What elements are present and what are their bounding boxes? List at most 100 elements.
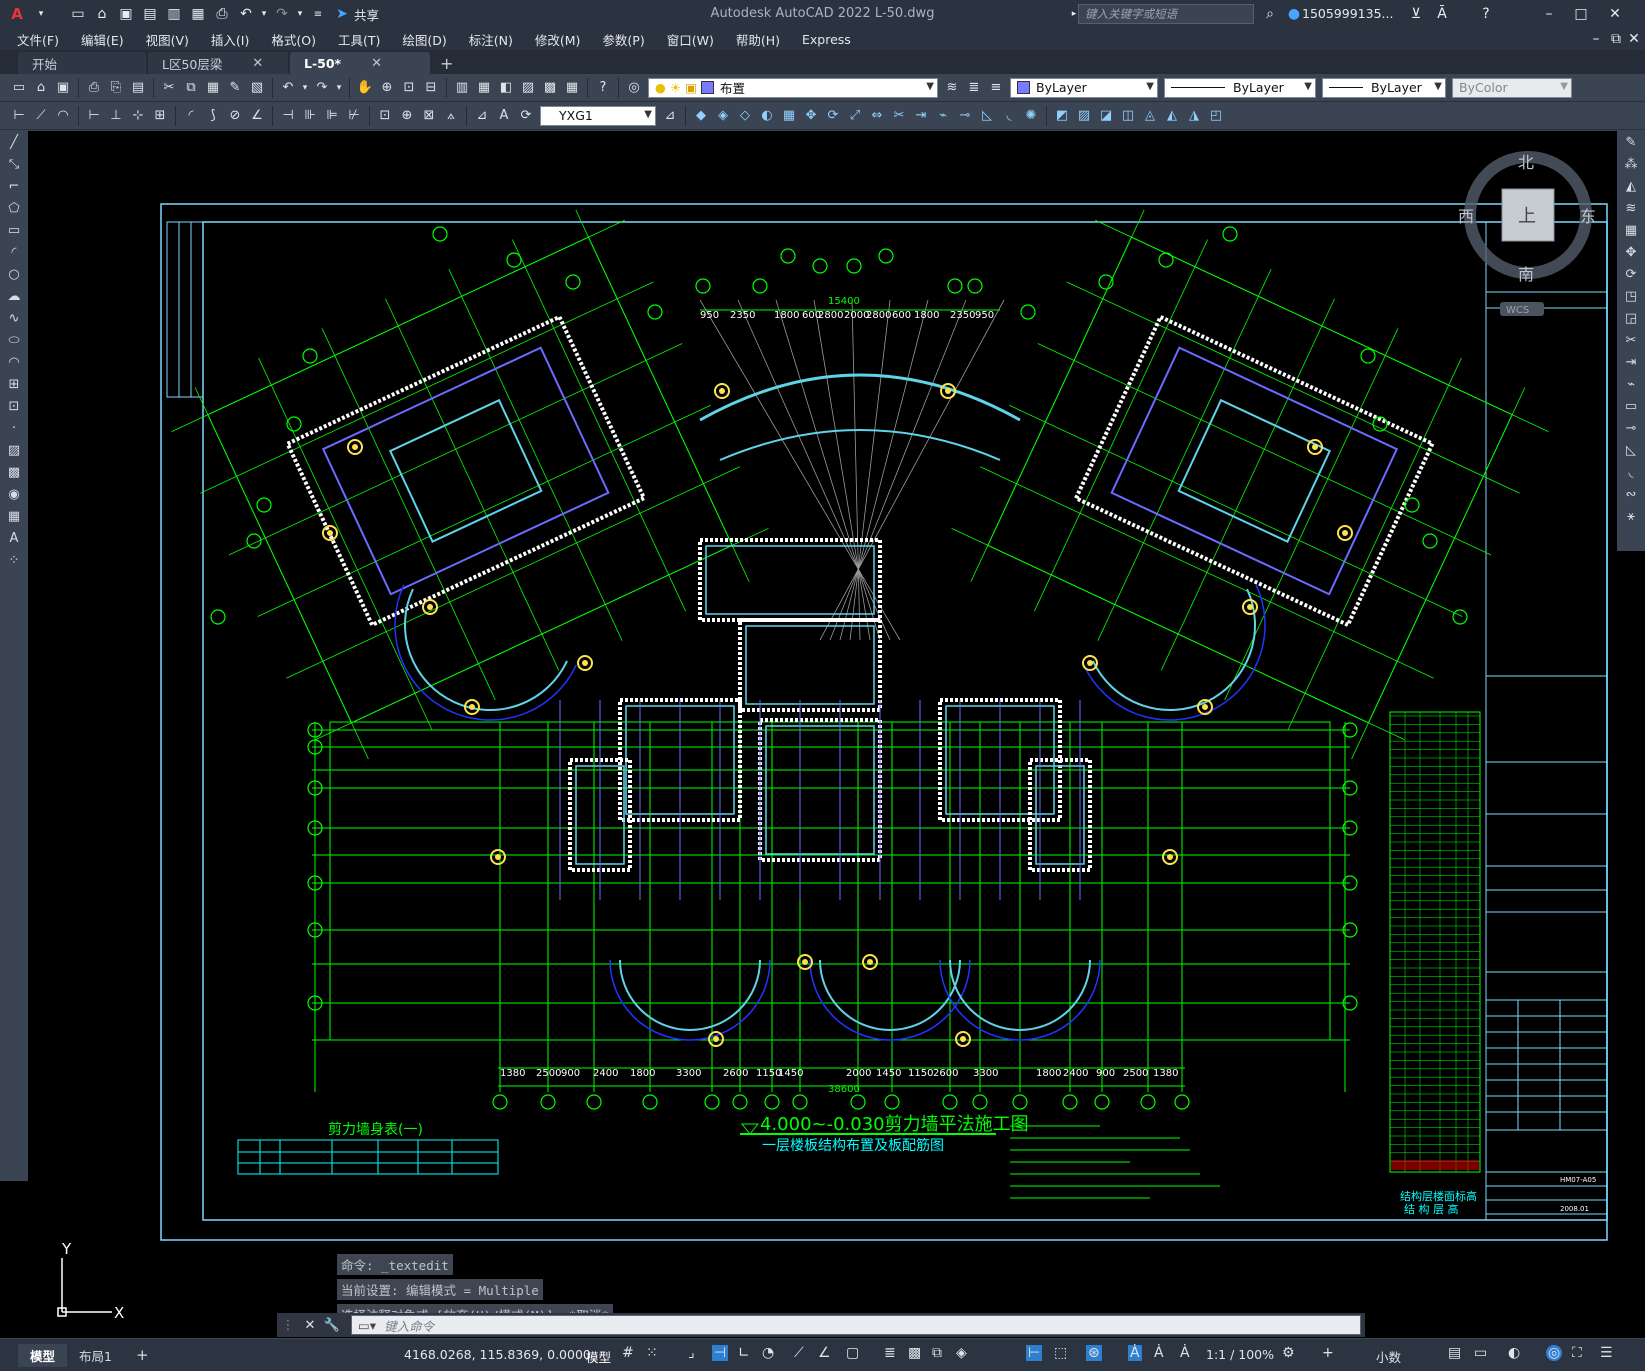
break-at-point-icon[interactable]: ⌁ — [1617, 373, 1645, 395]
3d-osnap-icon[interactable]: ◈ — [956, 1345, 967, 1361]
dynamic-input-icon[interactable]: ⊣ — [712, 1345, 729, 1361]
stretch-icon[interactable]: ◲ — [1617, 307, 1645, 329]
menu-window[interactable]: 窗口(W) — [656, 30, 725, 49]
wcs-label[interactable]: WCS — [1506, 305, 1529, 316]
app-menu-icon[interactable]: A — [6, 3, 28, 25]
app-menu-arrow-icon[interactable]: ▾ — [30, 3, 52, 25]
rectangle-icon[interactable]: ▭ — [0, 219, 28, 241]
menu-help[interactable]: 帮助(H) — [725, 30, 791, 49]
fillet-icon[interactable]: ◟ — [999, 106, 1019, 126]
tab-start[interactable]: 开始 — [18, 52, 146, 74]
viewcube-east[interactable]: 东 — [1580, 207, 1596, 226]
menu-insert[interactable]: 插入(I) — [200, 30, 260, 49]
undo-arrow-icon[interactable]: ▾ — [259, 3, 269, 25]
polyline-icon[interactable]: ⌐ — [0, 175, 28, 197]
menu-express[interactable]: Express — [791, 32, 862, 47]
publish-icon[interactable]: ▤ — [128, 78, 148, 98]
offset-icon[interactable]: ≋ — [1617, 197, 1645, 219]
viewcube-north[interactable]: 北 — [1518, 153, 1534, 172]
dim-radius-icon[interactable]: ◜ — [181, 106, 201, 126]
design-center-icon[interactable]: ▦ — [474, 78, 494, 98]
redo-icon[interactable]: ↷ — [271, 3, 293, 25]
dim-text-edit-icon[interactable]: A — [494, 106, 514, 126]
polar-icon[interactable]: ◔ — [762, 1345, 774, 1361]
array-icon[interactable]: ▦ — [779, 106, 799, 126]
layer-dropdown[interactable]: ● ☀ ▣ 布置 ▼ — [648, 77, 938, 98]
ellipse-arc-icon[interactable]: ◠ — [0, 351, 28, 373]
autodesk-app-icon[interactable]: Ā — [1431, 3, 1453, 25]
model-space-button[interactable]: 模型 — [586, 1347, 611, 1366]
preview-icon[interactable]: ⎘ — [106, 78, 126, 98]
doc-minimize-icon[interactable]: – — [1585, 28, 1607, 50]
save-as-icon[interactable]: ▤ — [139, 3, 161, 25]
move-icon[interactable]: ✥ — [801, 106, 821, 126]
undo-icon[interactable]: ↶ — [235, 3, 257, 25]
isodraft-icon[interactable]: ⟋ — [794, 1345, 804, 1361]
annotation-visibility-icon[interactable]: Ȧ — [1128, 1345, 1142, 1361]
dim-linear-icon[interactable]: ⊢ — [9, 106, 29, 126]
mirror-icon[interactable]: ◇ — [735, 106, 755, 126]
spline-icon[interactable]: ∿ — [0, 307, 28, 329]
join-icon[interactable]: ⊸ — [1617, 417, 1645, 439]
block-editor-icon[interactable]: ▧ — [247, 78, 267, 98]
maximize-icon[interactable]: □ — [1566, 4, 1596, 24]
print-icon[interactable]: ⎙ — [84, 78, 104, 98]
dim-continue-icon[interactable]: ⊪ — [300, 106, 320, 126]
redo-icon[interactable]: ↷ — [312, 78, 332, 98]
jogged-linear-icon[interactable]: ⟑ — [441, 106, 461, 126]
dim-space-icon[interactable]: ⊫ — [322, 106, 342, 126]
line-icon[interactable]: ╱ — [0, 131, 28, 153]
menu-view[interactable]: 视图(V) — [135, 30, 200, 49]
customization-icon[interactable]: ☰ — [1600, 1345, 1613, 1361]
open-icon[interactable]: ⌂ — [31, 78, 51, 98]
join-icon[interactable]: ⊸ — [955, 106, 975, 126]
user-name[interactable]: 1505999135... — [1302, 6, 1393, 21]
erase-icon[interactable]: ◆ — [691, 106, 711, 126]
xline-icon[interactable]: ⤡ — [0, 153, 28, 175]
dim-baseline-icon[interactable]: ⊞ — [150, 106, 170, 126]
dynamic-ucs-icon[interactable]: ⊢ — [1026, 1345, 1043, 1361]
region-icon[interactable]: ◉ — [0, 483, 28, 505]
isolate-objects-icon[interactable]: ◐ — [1508, 1345, 1520, 1361]
trim-icon[interactable]: ✂ — [1617, 329, 1645, 351]
add-selected-icon[interactable]: ⁘ — [0, 549, 28, 571]
table-icon[interactable]: ▦ — [0, 505, 28, 527]
break-icon[interactable]: ▭ — [1617, 395, 1645, 417]
viewcube-west[interactable]: 西 — [1458, 207, 1474, 226]
close-icon[interactable]: ✕ — [371, 56, 382, 71]
extend-icon[interactable]: ⇥ — [1617, 351, 1645, 373]
hardware-accel-icon[interactable]: ◎ — [1546, 1345, 1563, 1361]
dim-arc-icon[interactable]: ◠ — [53, 106, 73, 126]
mtext-icon[interactable]: A — [0, 527, 28, 549]
pan-icon[interactable]: ✋ — [355, 78, 375, 98]
match-prop-icon[interactable]: ✎ — [225, 78, 245, 98]
dim-vertical-icon[interactable]: ⊥ — [106, 106, 126, 126]
doc-close-icon[interactable]: ✕ — [1623, 28, 1645, 50]
sheet-set-icon[interactable]: ▨ — [518, 78, 538, 98]
tab-l50[interactable]: L-50* ✕ — [290, 52, 430, 74]
lineweight-dropdown[interactable]: ByLayer ▼ — [1322, 77, 1446, 98]
tool-palettes-icon[interactable]: ◧ — [496, 78, 516, 98]
new-icon[interactable]: ▭ — [9, 78, 29, 98]
menu-parametric[interactable]: 参数(P) — [591, 30, 655, 49]
grid-icon[interactable]: # — [622, 1345, 634, 1361]
add-icon[interactable]: + — [1322, 1345, 1334, 1361]
extend-icon[interactable]: ⇥ — [911, 106, 931, 126]
redo-arrow-icon[interactable]: ▾ — [295, 3, 305, 25]
paste-icon[interactable]: ▦ — [203, 78, 223, 98]
polygon-icon[interactable]: ⬠ — [0, 197, 28, 219]
hatch-icon[interactable]: ▨ — [0, 439, 28, 461]
stretch-icon[interactable]: ⇔ — [867, 106, 887, 126]
annotation-scale-value[interactable]: 1:1 / 100% — [1206, 1347, 1274, 1362]
help-icon[interactable]: ? — [1475, 3, 1497, 25]
menu-dimension[interactable]: 标注(N) — [458, 30, 524, 49]
selection-cycling-icon[interactable]: ⧉ — [932, 1345, 942, 1361]
tab-l50-beam[interactable]: L区50层梁 ✕ — [148, 52, 288, 74]
annotation-scale-icon[interactable]: Ȧ — [1180, 1345, 1190, 1361]
xref-edit-icon[interactable]: ◰ — [1206, 106, 1226, 126]
close-icon[interactable]: ✕ — [1600, 4, 1630, 24]
array-icon[interactable]: ▦ — [1617, 219, 1645, 241]
color-dropdown[interactable]: ByLayer ▼ — [1010, 77, 1158, 98]
center-mark-icon[interactable]: ⊕ — [397, 106, 417, 126]
workspace-gear-icon[interactable]: ⚙ — [1282, 1345, 1295, 1361]
